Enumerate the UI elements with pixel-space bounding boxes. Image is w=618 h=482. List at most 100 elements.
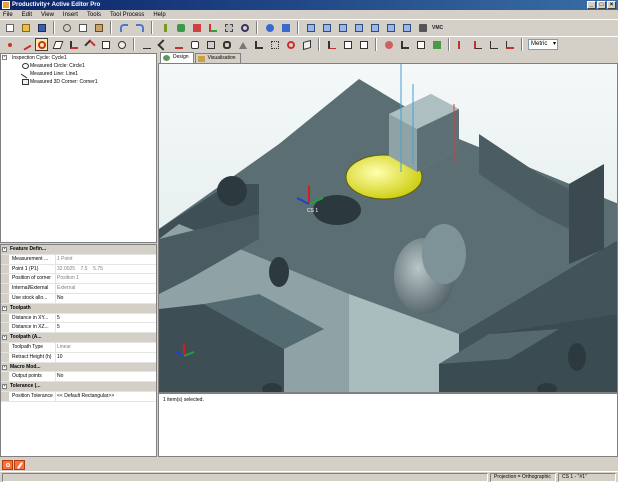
part-model[interactable]: CS 1 bbox=[159, 64, 618, 393]
plane-button[interactable] bbox=[51, 38, 64, 51]
menu-tools[interactable]: Tools bbox=[87, 12, 101, 18]
menu-file[interactable]: File bbox=[3, 12, 13, 18]
3d-viewport[interactable]: CS 1 bbox=[158, 63, 618, 393]
view-front-button[interactable] bbox=[336, 21, 349, 34]
hole-button[interactable] bbox=[284, 38, 297, 51]
view-right-button[interactable] bbox=[352, 21, 365, 34]
corner-button[interactable] bbox=[67, 38, 80, 51]
axis-y-button[interactable] bbox=[471, 38, 484, 51]
zoom-button[interactable] bbox=[238, 21, 251, 34]
view-iso-button[interactable] bbox=[304, 21, 317, 34]
variable-button[interactable] bbox=[357, 38, 370, 51]
tab-design[interactable]: Design bbox=[160, 52, 194, 63]
category-macro[interactable]: - Macro Mod... bbox=[1, 362, 156, 373]
select-button[interactable] bbox=[222, 21, 235, 34]
minimize-button[interactable]: _ bbox=[587, 1, 596, 9]
collapse-icon[interactable]: - bbox=[2, 305, 7, 311]
point-coordinates[interactable]: 32.0025 7.5 5.75 bbox=[57, 265, 155, 274]
angle-button[interactable] bbox=[83, 38, 96, 51]
property-value[interactable]: 1 Point bbox=[57, 255, 155, 264]
machine-select-button[interactable] bbox=[416, 21, 429, 34]
circle-button[interactable] bbox=[35, 38, 48, 51]
open-button[interactable] bbox=[19, 21, 32, 34]
probe-button[interactable] bbox=[158, 21, 171, 34]
cut-button[interactable] bbox=[60, 21, 73, 34]
new-file-button[interactable] bbox=[3, 21, 16, 34]
cylinder-button[interactable] bbox=[188, 38, 201, 51]
category-feature-definition[interactable]: - Feature Defin... bbox=[1, 245, 156, 255]
view-left-button[interactable] bbox=[368, 21, 381, 34]
pan-button[interactable] bbox=[279, 21, 292, 34]
property-value[interactable]: 5 bbox=[57, 314, 155, 323]
property-row[interactable]: Toolpath Type Linear bbox=[1, 342, 156, 353]
property-row[interactable]: Point 1 (P1) 32.0025 7.5 5.75 bbox=[1, 264, 156, 275]
nc-button[interactable] bbox=[341, 38, 354, 51]
redo-button[interactable] bbox=[133, 21, 146, 34]
tree-item-line[interactable]: Measured Line: Line1 bbox=[1, 69, 156, 79]
menu-insert[interactable]: Insert bbox=[63, 12, 78, 18]
property-value[interactable]: No bbox=[57, 372, 155, 381]
probe-settings-button[interactable] bbox=[382, 38, 395, 51]
property-value[interactable]: External bbox=[57, 284, 155, 293]
menu-help[interactable]: Help bbox=[153, 12, 165, 18]
save-button[interactable] bbox=[35, 21, 48, 34]
property-value[interactable]: << Default Rectangular>> bbox=[57, 392, 155, 401]
collapse-icon[interactable]: - bbox=[2, 247, 7, 252]
align-button[interactable] bbox=[325, 38, 338, 51]
output-button[interactable] bbox=[430, 38, 443, 51]
property-value[interactable]: Position 1 bbox=[57, 274, 155, 283]
property-row[interactable]: Internal/External External bbox=[1, 284, 156, 294]
property-value[interactable]: Linear bbox=[57, 343, 155, 352]
view-back-button[interactable] bbox=[384, 21, 397, 34]
edge-button[interactable] bbox=[252, 38, 265, 51]
view-bottom-button[interactable] bbox=[400, 21, 413, 34]
property-row[interactable]: Measurement ... 1 Point bbox=[1, 254, 156, 265]
property-value[interactable]: No bbox=[57, 294, 155, 303]
property-row[interactable]: Retract Height (h) 10 bbox=[1, 352, 156, 363]
property-row[interactable]: Position of corner Position 1 bbox=[1, 274, 156, 285]
box-button[interactable] bbox=[99, 38, 112, 51]
collapse-icon[interactable]: - bbox=[2, 55, 7, 60]
maximize-button[interactable]: □ bbox=[597, 1, 606, 9]
sphere-button[interactable] bbox=[115, 38, 128, 51]
report-button[interactable] bbox=[414, 38, 427, 51]
close-button[interactable]: × bbox=[607, 1, 616, 9]
property-row[interactable]: Distance in XY... 5 bbox=[1, 313, 156, 324]
view-top-button[interactable] bbox=[320, 21, 333, 34]
axes-button[interactable] bbox=[206, 21, 219, 34]
tab-visualisation[interactable]: Visualisation bbox=[194, 53, 241, 63]
stop-button[interactable] bbox=[2, 459, 13, 470]
edit-button[interactable] bbox=[14, 459, 25, 470]
property-value[interactable]: 10 bbox=[57, 353, 155, 362]
tree-item-corner[interactable]: Measured 3D Corner: Corner1 bbox=[1, 78, 156, 86]
property-row[interactable]: Output points No bbox=[1, 372, 156, 383]
category-toolpath-advanced[interactable]: - Toolpath (A... bbox=[1, 333, 156, 343]
collapse-icon[interactable]: - bbox=[2, 384, 7, 390]
property-row[interactable]: Distance in XZ... 5 bbox=[1, 323, 156, 334]
point-button[interactable] bbox=[3, 38, 16, 51]
menu-view[interactable]: View bbox=[41, 12, 54, 18]
menu-tool-process[interactable]: Tool Process bbox=[110, 12, 144, 18]
tool-button[interactable] bbox=[190, 21, 203, 34]
undo-button[interactable] bbox=[117, 21, 130, 34]
property-row[interactable]: Position Tolerance << Default Rectangular… bbox=[1, 391, 156, 402]
cone-button[interactable] bbox=[236, 38, 249, 51]
category-toolpath[interactable]: - Toolpath bbox=[1, 303, 156, 314]
slot-button[interactable] bbox=[220, 38, 233, 51]
property-value[interactable]: 5 bbox=[57, 323, 155, 332]
pattern-button[interactable] bbox=[268, 38, 281, 51]
units-select[interactable]: Metric bbox=[528, 39, 558, 50]
menu-edit[interactable]: Edit bbox=[22, 12, 32, 18]
surface-button[interactable] bbox=[300, 38, 313, 51]
line-button[interactable] bbox=[19, 38, 32, 51]
tree-item-cycle[interactable]: - Inspection Cycle: Cycle1 bbox=[1, 54, 156, 62]
rotate-button[interactable] bbox=[263, 21, 276, 34]
collapse-icon[interactable]: - bbox=[2, 364, 7, 370]
move-button[interactable] bbox=[140, 38, 153, 51]
copy-button[interactable] bbox=[76, 21, 89, 34]
category-tolerance[interactable]: - Tolerance (... bbox=[1, 382, 156, 392]
machine-button[interactable] bbox=[174, 21, 187, 34]
axis-x-button[interactable] bbox=[455, 38, 468, 51]
property-row[interactable]: Use stock allo... No bbox=[1, 293, 156, 304]
datum-button[interactable] bbox=[398, 38, 411, 51]
